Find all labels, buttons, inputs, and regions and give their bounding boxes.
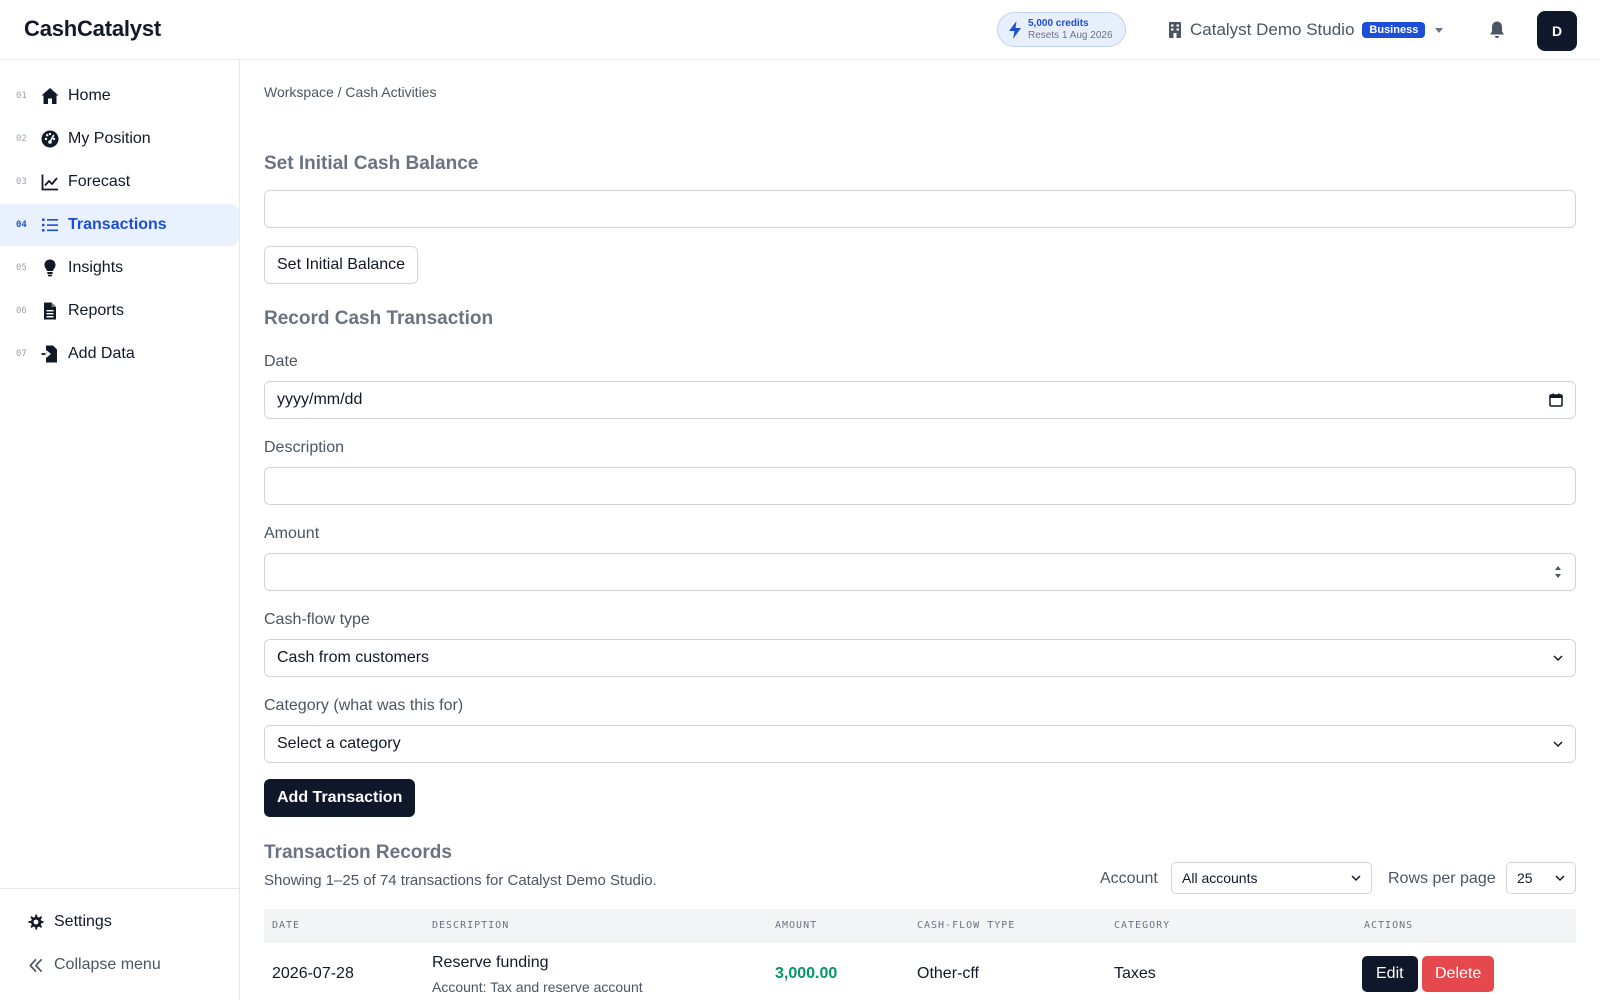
- chevron-down-icon: [1553, 741, 1563, 748]
- sidebar-item-label: Transactions: [68, 216, 167, 233]
- credits-amount: 5,000 credits: [1028, 18, 1089, 29]
- credits-pill[interactable]: 5,000 credits Resets 1 Aug 2026: [997, 12, 1126, 47]
- sidebar-footer: Settings Collapse menu: [0, 888, 239, 1000]
- chevron-down-icon: [1555, 875, 1565, 882]
- column-header-cashflow-type[interactable]: CASH-FLOW TYPE: [917, 920, 1015, 931]
- sidebar-item-label: My Position: [68, 130, 151, 147]
- add-transaction-button[interactable]: Add Transaction: [264, 779, 416, 817]
- rows-per-page-value: 25: [1517, 870, 1533, 886]
- file-icon: [44, 302, 56, 320]
- row-cashflow-type: Other-cff: [917, 965, 979, 982]
- sidebar-item-my-position[interactable]: 02 My Position: [0, 118, 239, 160]
- column-header-actions: ACTIONS: [1364, 920, 1414, 931]
- settings-label: Settings: [54, 913, 112, 930]
- collapse-menu-button[interactable]: Collapse menu: [27, 956, 161, 974]
- sidebar-item-reports[interactable]: 06 Reports: [0, 290, 239, 332]
- cashflow-type-select[interactable]: Cash from customers: [264, 639, 1576, 677]
- sidebar-item-add-data[interactable]: 07 Add Data: [0, 333, 239, 375]
- sidebar-item-label: Home: [68, 87, 111, 104]
- row-category: Taxes: [1114, 965, 1156, 982]
- gauge-icon: [41, 130, 59, 148]
- row-description: Reserve funding: [432, 954, 549, 971]
- building-icon: [1169, 22, 1181, 38]
- calendar-icon[interactable]: [1549, 393, 1563, 407]
- category-value: Select a category: [277, 735, 401, 752]
- gear-icon: [28, 913, 44, 930]
- table-header: DATE DESCRIPTION AMOUNT CASH-FLOW TYPE C…: [264, 909, 1576, 942]
- row-date: 2026-07-28: [272, 965, 354, 982]
- sidebar-item-home[interactable]: 01 Home: [0, 75, 239, 117]
- plan-badge: Business: [1362, 22, 1426, 38]
- nav-number: 03: [16, 177, 27, 187]
- amount-label: Amount: [264, 525, 320, 542]
- nav-number: 01: [16, 91, 27, 101]
- user-avatar[interactable]: D: [1537, 11, 1577, 51]
- row-account: Account: Tax and reserve account: [432, 979, 643, 995]
- sidebar: 01 Home 02 My Position 03 Forecast 04 Tr…: [0, 60, 240, 1000]
- date-input[interactable]: yyyy/mm/dd: [264, 381, 1576, 419]
- delete-button[interactable]: Delete: [1422, 956, 1495, 992]
- date-label: Date: [264, 353, 298, 370]
- double-chevron-left-icon: [29, 958, 43, 972]
- initial-balance-title: Set Initial Cash Balance: [264, 153, 479, 174]
- row-amount: 3,000.00: [775, 965, 838, 982]
- lightning-icon: [1009, 21, 1021, 39]
- nav-number: 06: [16, 306, 27, 316]
- brand-logo[interactable]: CashCatalyst: [24, 16, 161, 42]
- account-filter-label: Account: [1100, 870, 1158, 887]
- nav-number: 07: [16, 349, 27, 359]
- cashflow-type-label: Cash-flow type: [264, 611, 370, 628]
- chevron-down-icon: [1351, 875, 1361, 882]
- table-row: 2026-07-28 Reserve funding Account: Tax …: [264, 942, 1576, 1000]
- sidebar-item-forecast[interactable]: 03 Forecast: [0, 161, 239, 203]
- cashflow-type-value: Cash from customers: [277, 649, 430, 666]
- account-filter-value: All accounts: [1182, 870, 1258, 886]
- set-initial-balance-button[interactable]: Set Initial Balance: [264, 246, 419, 284]
- rows-per-page-label: Rows per page: [1388, 870, 1496, 887]
- edit-button[interactable]: Edit: [1362, 956, 1418, 992]
- column-header-description[interactable]: DESCRIPTION: [432, 920, 509, 931]
- description-input[interactable]: [264, 467, 1576, 505]
- record-transaction-title: Record Cash Transaction: [264, 308, 494, 329]
- sidebar-item-label: Forecast: [68, 173, 131, 190]
- sidebar-item-label: Reports: [68, 302, 125, 319]
- sidebar-item-label: Add Data: [68, 345, 135, 362]
- credits-reset-date: Resets 1 Aug 2026: [1028, 30, 1113, 41]
- list-icon: [42, 218, 58, 232]
- column-header-amount[interactable]: AMOUNT: [775, 920, 817, 931]
- caret-down-icon: [1435, 27, 1444, 33]
- top-bar: CashCatalyst 5,000 credits Resets 1 Aug …: [0, 0, 1600, 60]
- column-header-date[interactable]: DATE: [272, 920, 300, 931]
- line-chart-icon: [41, 174, 58, 191]
- initial-balance-input[interactable]: [264, 190, 1576, 228]
- description-label: Description: [264, 439, 345, 456]
- sidebar-item-transactions[interactable]: 04 Transactions: [0, 204, 239, 246]
- breadcrumb: Workspace / Cash Activities: [264, 84, 437, 100]
- nav-number: 02: [16, 134, 27, 144]
- org-name: Catalyst Demo Studio: [1190, 20, 1355, 39]
- home-icon: [41, 88, 59, 104]
- amount-input[interactable]: [264, 553, 1576, 591]
- records-summary: Showing 1–25 of 74 transactions for Cata…: [264, 872, 657, 889]
- rows-per-page-select[interactable]: 25: [1506, 862, 1576, 894]
- file-import-icon: [41, 345, 57, 363]
- lightbulb-icon: [44, 259, 56, 277]
- category-select[interactable]: Select a category: [264, 725, 1576, 763]
- column-header-category[interactable]: CATEGORY: [1114, 920, 1170, 931]
- account-filter-select[interactable]: All accounts: [1171, 862, 1372, 894]
- org-switcher[interactable]: Catalyst Demo Studio Business: [1168, 18, 1444, 42]
- number-spinner-icon[interactable]: [1553, 563, 1563, 581]
- date-placeholder: yyyy/mm/dd: [277, 391, 363, 408]
- settings-link[interactable]: Settings: [27, 913, 112, 931]
- transaction-records-title: Transaction Records: [264, 842, 452, 863]
- bell-icon[interactable]: [1489, 21, 1505, 39]
- chevron-down-icon: [1553, 655, 1563, 662]
- sidebar-item-label: Insights: [68, 259, 124, 276]
- nav-number: 05: [16, 263, 27, 273]
- category-label: Category (what was this for): [264, 697, 464, 714]
- nav-number: 04: [16, 220, 27, 230]
- collapse-menu-label: Collapse menu: [54, 956, 161, 973]
- sidebar-item-insights[interactable]: 05 Insights: [0, 247, 239, 289]
